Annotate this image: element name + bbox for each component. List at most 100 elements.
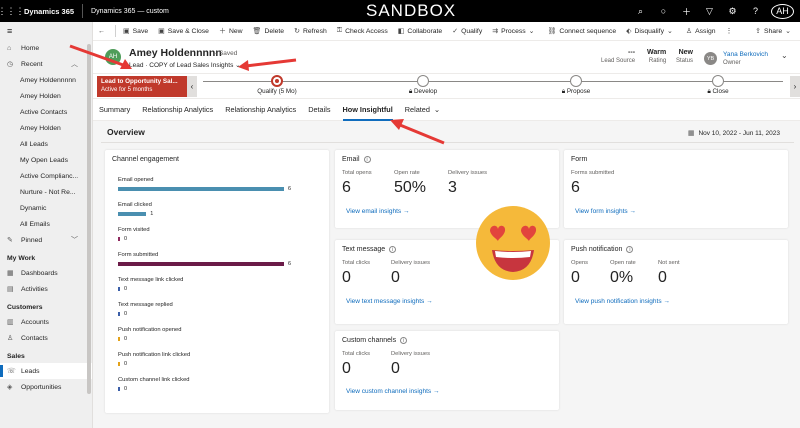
channel-row-bar [118, 237, 120, 241]
gear-icon[interactable]: ⚙ [721, 6, 744, 17]
refresh-button[interactable]: ↻ Refresh [289, 27, 332, 36]
plus-icon[interactable]: ＋ [675, 5, 698, 18]
form-card: Form Forms submitted 6 View form insight… [564, 150, 788, 228]
collaborate-button[interactable]: ◧ Collaborate [393, 27, 447, 36]
metric-not-sent: Not sent 0 [658, 260, 680, 287]
recent-item[interactable]: All Leads [0, 136, 92, 152]
info-icon[interactable]: i [400, 337, 408, 344]
tab-related-label: Related [404, 105, 430, 114]
recent-item[interactable]: Nurture - Not Re... [0, 184, 92, 200]
search-icon[interactable]: ⌕ [629, 6, 652, 17]
channel-row-label: Custom channel link clicked [118, 377, 190, 383]
card-title: Form [571, 156, 588, 163]
sitemap-item-contacts[interactable]: ♙ Contacts [0, 330, 92, 346]
lightbulb-icon[interactable]: ○ [652, 6, 675, 16]
text-message-title: Text message [342, 246, 386, 253]
help-icon[interactable]: ? [744, 6, 767, 16]
new-label: New [228, 27, 243, 35]
recent-item[interactable]: All Emails [0, 216, 92, 232]
recent-item[interactable]: My Open Leads [0, 152, 92, 168]
app-name[interactable]: Dynamics 365 [22, 7, 82, 16]
share-button[interactable]: ⇪ Share ⌄ [750, 27, 800, 36]
metric-forms-submitted: Forms submitted 6 [571, 170, 614, 197]
user-avatar[interactable]: AH [771, 3, 794, 19]
tab-summary[interactable]: Summary [93, 99, 136, 121]
header-field-lead-source: --- Lead Source [601, 49, 635, 64]
recent-item[interactable]: Dynamic [0, 200, 92, 216]
stage-propose[interactable]: 🔒︎ Propose [536, 75, 616, 96]
collaborate-label: Collaborate [407, 27, 443, 35]
info-icon[interactable]: i [363, 156, 371, 163]
recent-item[interactable]: Amey Holden [0, 120, 92, 136]
app-launcher-icon[interactable]: ⋮⋮⋮ [0, 0, 25, 22]
owner-link[interactable]: Yana Berkovich [723, 51, 768, 58]
stage-develop[interactable]: 🔒︎ Develop [383, 75, 463, 96]
sandbox-label: SANDBOX [366, 1, 457, 20]
recent-item[interactable]: Active Contacts [0, 104, 92, 120]
arrow-shaft [69, 44, 127, 68]
email-title: Email [342, 156, 360, 163]
refresh-icon: ↻ [294, 28, 300, 35]
channel-row-value: 0 [124, 311, 128, 317]
sitemap-scrollbar[interactable] [87, 44, 91, 394]
channel-row: Email clicked 1 [118, 202, 318, 220]
sitemap-item-opportunities[interactable]: ◈ Opportunities [0, 379, 92, 395]
channel-row-bar [118, 387, 120, 391]
sitemap-item-leads[interactable]: ☏ Leads [0, 363, 92, 379]
environment-name[interactable]: Dynamics 365 — custom [83, 8, 169, 15]
stage-label: 🔒︎ Develop [383, 88, 463, 96]
recent-item[interactable]: Active Complianc... [0, 168, 92, 184]
assign-button[interactable]: ♙ Assign [681, 27, 721, 36]
more-commands-button[interactable]: ⋮ [721, 27, 738, 35]
sitemap-item-dashboards[interactable]: ▦ Dashboards [0, 265, 92, 281]
channel-row-label: Form submitted [118, 252, 159, 258]
stage-qualify[interactable]: Qualify (5 Mo) [237, 75, 317, 95]
view-custom-channel-insights-link[interactable]: View custom channel insights → [346, 388, 439, 395]
channel-row-label: Email opened [118, 177, 154, 183]
disqualify-button[interactable]: ⬖ Disqualify ⌄ [621, 27, 681, 36]
check-access-button[interactable]: ⚿ Check Access [332, 27, 393, 35]
filter-icon[interactable]: ▽ [698, 6, 721, 17]
metric-value: 0 [391, 360, 400, 377]
info-icon[interactable]: i [389, 246, 397, 253]
chevron-down-icon: ⌄ [528, 28, 535, 35]
connect-sequence-button[interactable]: ⛓ Connect sequence [543, 27, 622, 36]
activities-icon: ▤ [7, 286, 14, 293]
sitemap-item-pinned[interactable]: ✎ Pinned ﹀ [0, 232, 92, 248]
view-push-notification-insights-link[interactable]: View push notification insights → [575, 298, 670, 305]
sitemap-item-accounts[interactable]: ▥ Accounts [0, 314, 92, 330]
hamburger-icon[interactable]: ≡ [0, 22, 92, 40]
view-email-insights-link[interactable]: View email insights → [346, 208, 409, 215]
tab-relationship-analytics-2[interactable]: Relationship Analytics [219, 99, 302, 121]
date-range-picker[interactable]: ▦ Nov 10, 2022 - Jun 11, 2023 [688, 129, 780, 138]
tab-relationship-analytics[interactable]: Relationship Analytics [136, 99, 219, 121]
process-flag[interactable]: Lead to Opportunity Sal... Active for 5 … [97, 76, 187, 97]
info-icon[interactable]: i [626, 246, 634, 253]
metric-label: Total opens [342, 170, 372, 176]
new-button[interactable]: ＋ New [214, 26, 248, 36]
sitemap-item-label: Dashboards [21, 269, 58, 277]
delete-button[interactable]: 🗑 Delete [248, 27, 290, 36]
bpf-next-chevron-icon[interactable]: › [790, 76, 800, 97]
trash-icon: 🗑 [252, 28, 262, 35]
view-text-message-insights-link[interactable]: View text message insights → [346, 298, 433, 305]
save-button[interactable]: ▣ Save [118, 27, 153, 36]
sitemap-item-activities[interactable]: ▤ Activities [0, 281, 92, 297]
connect-sequence-label: Connect sequence [559, 27, 617, 35]
bpf-prev-chevron-icon[interactable]: ‹ [187, 76, 197, 97]
qualify-button[interactable]: ✓ Qualify [447, 27, 487, 36]
channel-row-value: 0 [124, 361, 128, 367]
back-button[interactable]: ← [93, 28, 113, 35]
sitemap-item-label: Home [21, 44, 40, 52]
header-expand-chevron-icon[interactable]: ⌄ [781, 51, 788, 60]
process-button[interactable]: ⇉ Process ⌄ [487, 27, 542, 36]
stage-close[interactable]: 🔒︎ Close [678, 75, 758, 96]
view-form-insights-link[interactable]: View form insights → [575, 208, 636, 215]
chevron-down-icon: ⌄ [785, 28, 791, 35]
arrow-shaft [245, 58, 297, 68]
person-icon: ♙ [7, 335, 14, 342]
save-close-button[interactable]: ▣ Save & Close [153, 27, 214, 36]
header-field-owner: Yana Berkovich Owner [723, 51, 768, 66]
tab-details[interactable]: Details [302, 99, 336, 121]
recent-item[interactable]: Amey Holden [0, 88, 92, 104]
